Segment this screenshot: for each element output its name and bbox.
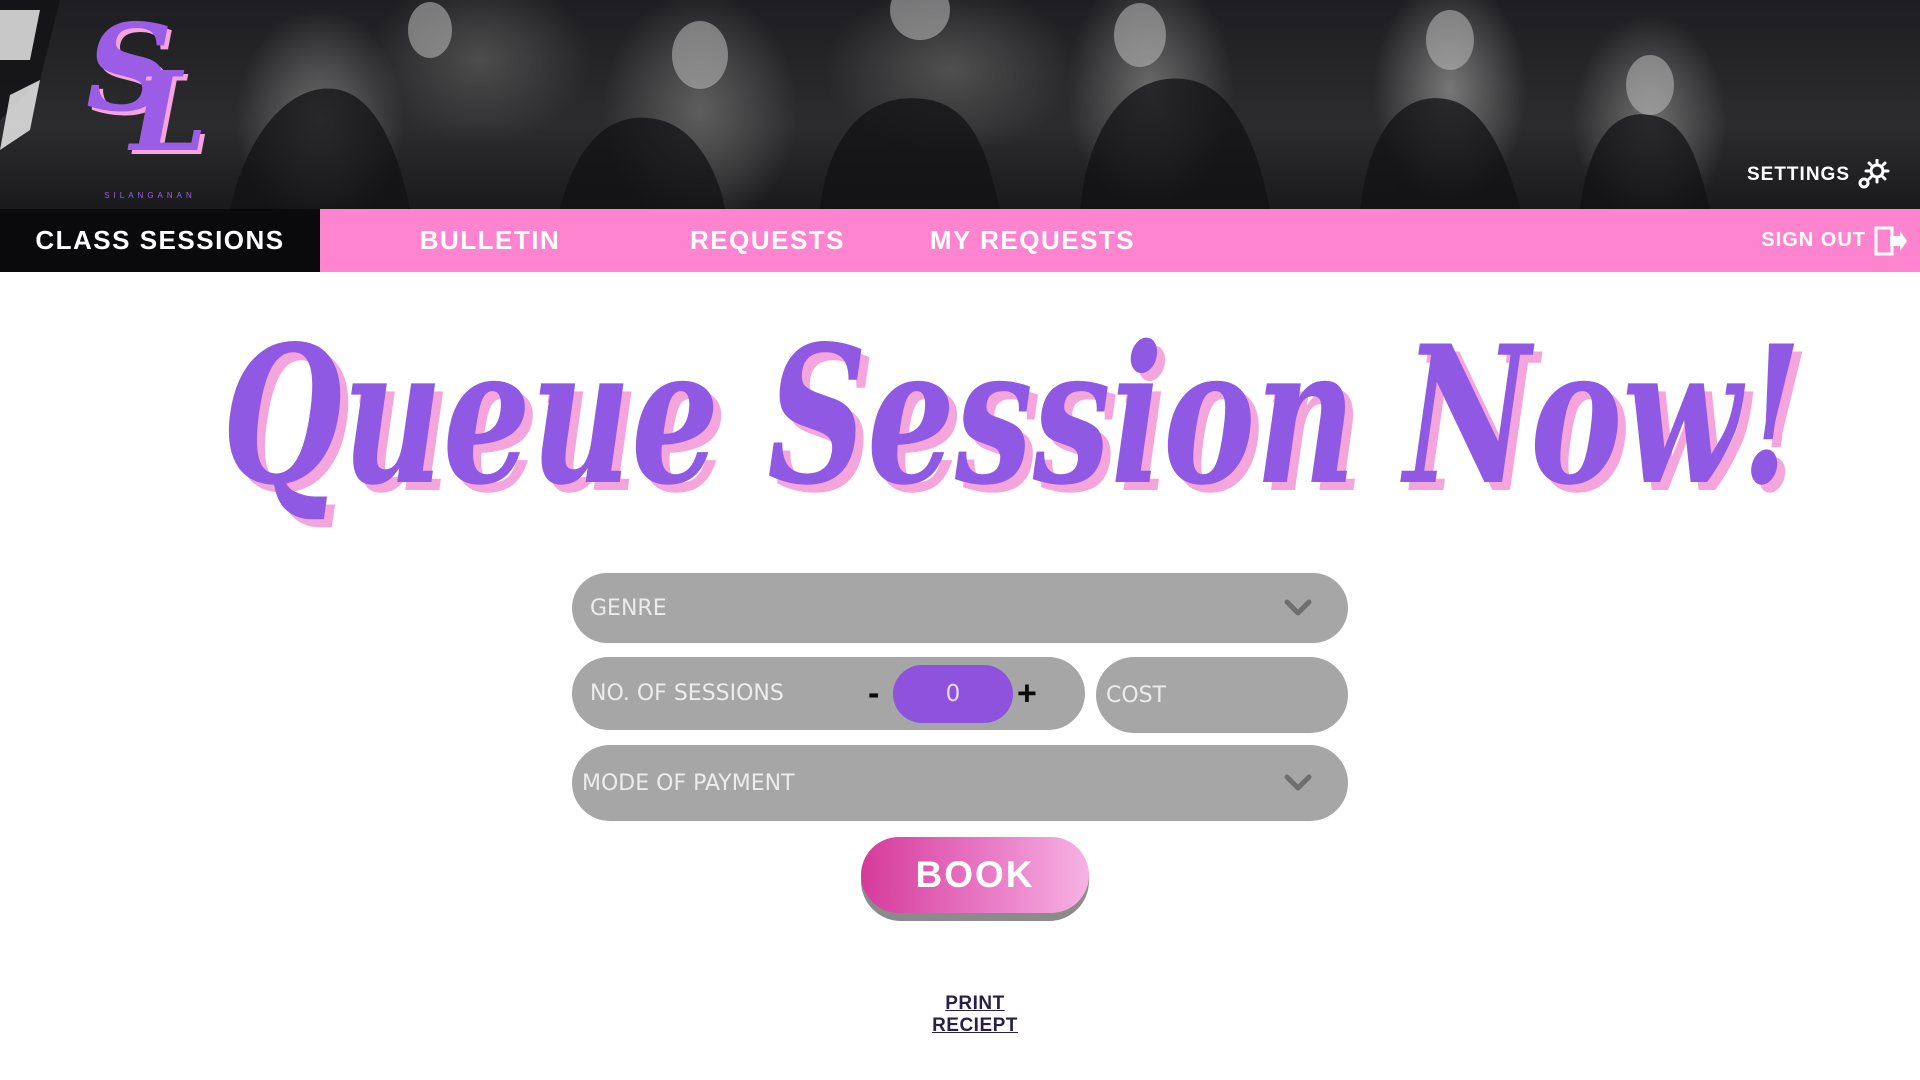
header-banner: S S L L SILANGANAN SETTINGS: [0, 0, 1920, 209]
page-title: Queue Session Now! Queue Session Now!: [222, 304, 1810, 535]
payment-select[interactable]: MODE OF PAYMENT: [572, 745, 1348, 821]
sign-out-icon: [1874, 226, 1907, 255]
genre-placeholder: GENRE: [590, 595, 667, 621]
settings-label: SETTINGS: [1746, 164, 1850, 185]
logo[interactable]: S S L L: [82, 4, 222, 204]
print-receipt-link[interactable]: PRINT RECIEPT: [902, 993, 1048, 1037]
increment-button[interactable]: +: [1017, 674, 1037, 713]
tab-bulletin[interactable]: BULLETIN: [380, 209, 600, 272]
gear-icon: [1858, 159, 1890, 189]
sessions-label: NO. OF SESSIONS: [590, 681, 784, 706]
page-title-text: Queue Session Now!: [222, 304, 1802, 527]
book-button[interactable]: BOOK: [861, 837, 1089, 921]
dancers-photo: [0, 0, 1710, 209]
tab-my-requests[interactable]: MY REQUESTS: [920, 209, 1145, 272]
chevron-down-icon[interactable]: [1284, 774, 1312, 792]
book-button-label: BOOK: [861, 837, 1089, 913]
quantity-stepper[interactable]: 0: [893, 665, 1013, 723]
main-nav: CLASS SESSIONS BULLETIN REQUESTS MY REQU…: [0, 209, 1920, 272]
logo-subtitle: SILANGANAN: [104, 191, 196, 200]
svg-text:L: L: [127, 47, 207, 176]
cost-field[interactable]: COST: [1096, 657, 1348, 733]
settings-button[interactable]: SETTINGS: [1746, 159, 1890, 190]
sign-out-button[interactable]: SIGN OUT: [1761, 209, 1908, 272]
genre-select[interactable]: GENRE: [572, 573, 1348, 643]
sessions-field: NO. OF SESSIONS - 0 +: [572, 657, 1085, 730]
sign-out-label: SIGN OUT: [1761, 229, 1866, 251]
payment-placeholder: MODE OF PAYMENT: [582, 770, 795, 796]
chevron-down-icon[interactable]: [1284, 599, 1312, 617]
tab-class-sessions[interactable]: CLASS SESSIONS: [0, 209, 320, 272]
decrement-button[interactable]: -: [868, 674, 879, 713]
cost-placeholder: COST: [1106, 682, 1167, 708]
tab-requests[interactable]: REQUESTS: [660, 209, 875, 272]
